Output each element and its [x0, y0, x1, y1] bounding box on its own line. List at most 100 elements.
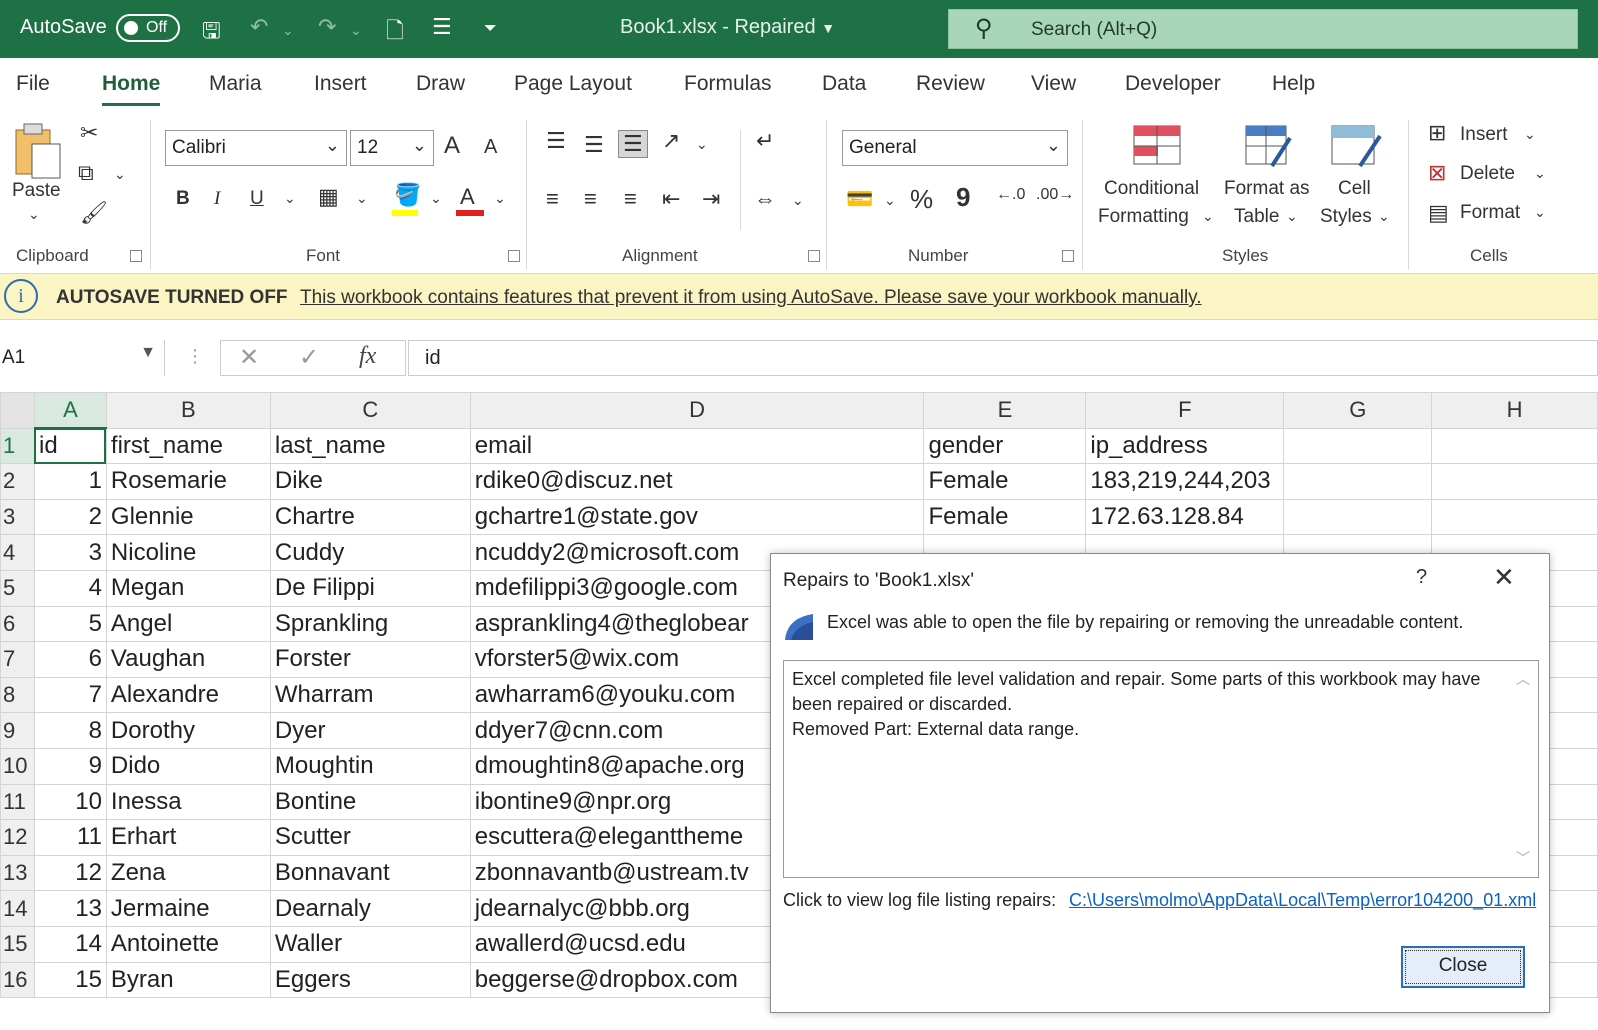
search-box[interactable]: ⚲ Search (Alt+Q): [948, 9, 1578, 49]
cell[interactable]: Dido: [105, 747, 271, 785]
copy-dropdown-icon[interactable]: ⌄: [114, 166, 126, 183]
tab-maria[interactable]: Maria: [209, 72, 262, 96]
row-header[interactable]: 16: [0, 961, 35, 999]
scroll-up-icon[interactable]: ︿: [1516, 667, 1530, 692]
cell[interactable]: Sprankling: [269, 605, 471, 643]
cell[interactable]: Zena: [105, 854, 271, 892]
cell[interactable]: Byran: [105, 961, 271, 999]
log-file-link[interactable]: C:\Users\molmo\AppData\Local\Temp\error1…: [1069, 890, 1536, 911]
tab-draw[interactable]: Draw: [416, 72, 465, 96]
row-header[interactable]: 11: [0, 783, 35, 821]
cell[interactable]: 183,219,244,203: [1085, 463, 1285, 500]
cell[interactable]: gchartre1@state.gov: [469, 498, 925, 536]
shrink-font-button[interactable]: A: [484, 136, 497, 159]
row-header[interactable]: 14: [0, 890, 35, 927]
row-header[interactable]: 3: [0, 498, 35, 536]
cell-styles-label-1[interactable]: Cell: [1338, 178, 1371, 200]
conditional-formatting-label-1[interactable]: Conditional: [1104, 178, 1199, 200]
cell[interactable]: email: [469, 427, 925, 465]
alignment-launcher-icon[interactable]: [808, 250, 820, 262]
number-launcher-icon[interactable]: [1062, 250, 1074, 262]
new-document-icon[interactable]: 🗋: [386, 14, 404, 52]
cell[interactable]: [1431, 427, 1598, 465]
cell[interactable]: Forster: [269, 641, 471, 678]
cell[interactable]: Alexandre: [105, 676, 271, 714]
cell[interactable]: first_name: [105, 427, 271, 465]
wrap-text-icon[interactable]: ↵: [756, 128, 774, 154]
cell[interactable]: Erhart: [105, 819, 271, 856]
column-header[interactable]: G: [1283, 392, 1433, 429]
chevron-down-icon[interactable]: ⌄: [1524, 126, 1536, 143]
bold-button[interactable]: B: [176, 188, 190, 210]
delete-cells-icon[interactable]: ⊠: [1428, 160, 1446, 186]
cell[interactable]: 5: [33, 605, 107, 643]
accounting-format-icon[interactable]: 💳: [846, 186, 873, 212]
clipboard-launcher-icon[interactable]: [130, 250, 142, 262]
insert-cells-icon[interactable]: ⊞: [1428, 120, 1446, 146]
increase-decimal-icon[interactable]: ←.0: [996, 186, 1025, 204]
font-color-dropdown-icon[interactable]: ⌄: [494, 190, 506, 207]
insert-function-icon[interactable]: fx: [359, 343, 376, 370]
tab-view[interactable]: View: [1031, 72, 1076, 96]
cell[interactable]: 11: [33, 819, 107, 856]
cell[interactable]: Scutter: [269, 819, 471, 856]
tab-developer[interactable]: Developer: [1125, 72, 1221, 96]
undo-icon[interactable]: ↶: [250, 14, 268, 40]
row-header[interactable]: 10: [0, 747, 35, 785]
align-bottom-icon[interactable]: ☰: [618, 130, 648, 158]
row-header[interactable]: 5: [0, 569, 35, 607]
close-icon[interactable]: ✕: [1493, 562, 1515, 593]
cell[interactable]: [1431, 498, 1598, 536]
cell-styles-icon[interactable]: [1330, 124, 1384, 170]
tab-data[interactable]: Data: [822, 72, 866, 96]
format-as-table-icon[interactable]: [1244, 124, 1294, 170]
chevron-down-icon[interactable]: ⌄: [1202, 208, 1214, 225]
cell[interactable]: 4: [33, 569, 107, 607]
row-header[interactable]: 15: [0, 925, 35, 963]
cell[interactable]: Chartre: [269, 498, 471, 536]
cell[interactable]: Rosemarie: [105, 463, 271, 500]
redo-dropdown-icon[interactable]: ⌄: [350, 22, 362, 39]
cell[interactable]: Bontine: [269, 783, 471, 821]
column-header[interactable]: D: [469, 392, 925, 429]
cell[interactable]: Dyer: [269, 712, 471, 749]
select-all-corner[interactable]: [0, 392, 35, 429]
cell[interactable]: Female: [923, 463, 1087, 500]
customize-qat-icon[interactable]: ⏷: [484, 20, 497, 38]
cell[interactable]: [1283, 427, 1433, 465]
cancel-entry-icon[interactable]: ✕: [239, 343, 259, 372]
cell[interactable]: ip_address: [1085, 427, 1285, 465]
cell[interactable]: rdike0@discuz.net: [469, 463, 925, 500]
cell[interactable]: Dike: [269, 463, 471, 500]
cell[interactable]: 6: [33, 641, 107, 678]
borders-dropdown-icon[interactable]: ⌄: [356, 190, 368, 207]
copy-icon[interactable]: ⧉: [78, 160, 94, 186]
cell[interactable]: 3: [33, 534, 107, 571]
cell[interactable]: 9: [33, 747, 107, 785]
row-header[interactable]: 9: [0, 712, 35, 749]
comma-style-button[interactable]: 9: [956, 182, 970, 213]
tab-file[interactable]: File: [16, 72, 50, 96]
column-header[interactable]: H: [1431, 392, 1598, 429]
number-format-select[interactable]: General ⌄: [842, 130, 1068, 166]
row-header[interactable]: 8: [0, 676, 35, 714]
underline-button[interactable]: U: [250, 188, 264, 210]
row-header[interactable]: 13: [0, 854, 35, 892]
orientation-icon[interactable]: ↗: [662, 128, 680, 154]
cell[interactable]: [1431, 463, 1598, 500]
chevron-down-icon[interactable]: ⌄: [1286, 208, 1298, 225]
merge-dropdown-icon[interactable]: ⌄: [792, 192, 804, 209]
chevron-down-icon[interactable]: ⌄: [1378, 208, 1390, 225]
cell[interactable]: Female: [923, 498, 1087, 536]
row-header[interactable]: 4: [0, 534, 35, 571]
tab-review[interactable]: Review: [916, 72, 985, 96]
cell[interactable]: 8: [33, 712, 107, 749]
font-size-select[interactable]: 12 ⌄: [350, 130, 434, 166]
borders-icon[interactable]: ▦: [318, 184, 339, 210]
confirm-entry-icon[interactable]: ✓: [299, 343, 319, 372]
cell[interactable]: 13: [33, 890, 107, 927]
cell[interactable]: Megan: [105, 569, 271, 607]
row-header[interactable]: 2: [0, 463, 35, 500]
decrease-indent-icon[interactable]: ⇤: [662, 186, 680, 212]
tab-insert[interactable]: Insert: [314, 72, 367, 96]
